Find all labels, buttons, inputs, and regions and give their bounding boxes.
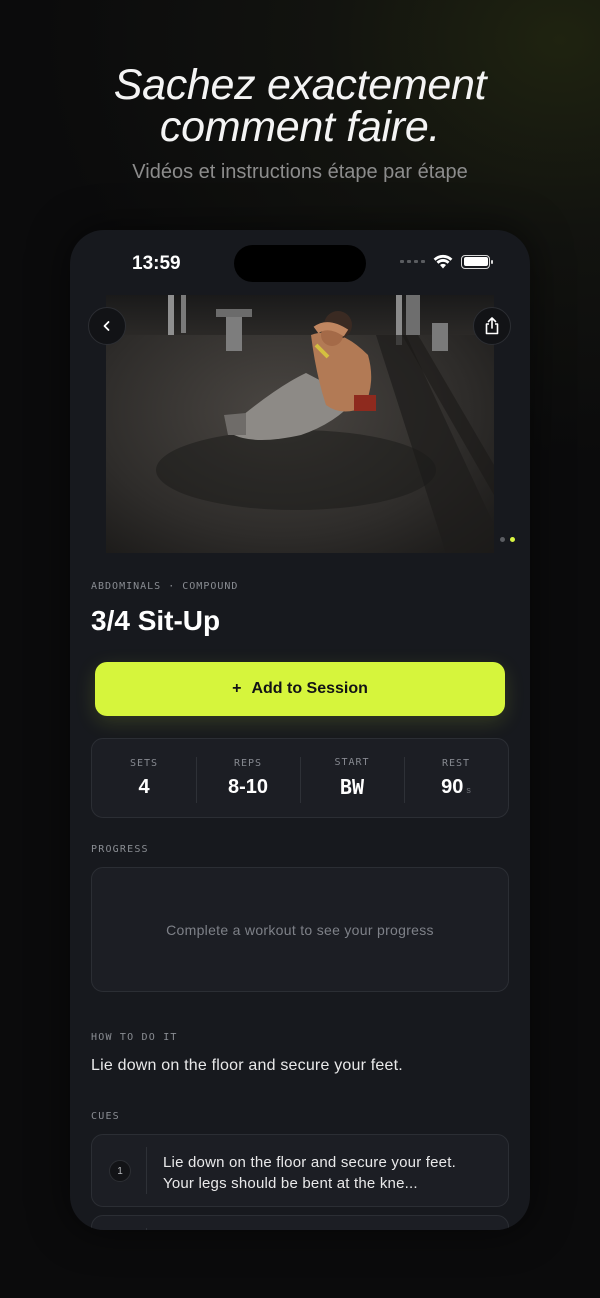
stat-value: 4 xyxy=(138,775,150,798)
progress-section-label: PROGRESS xyxy=(91,844,149,855)
cellular-signal-icon xyxy=(400,260,425,263)
page-dot-2[interactable] xyxy=(510,537,515,542)
stat-start: START BW xyxy=(300,739,404,817)
cue-text-line-1: Lie down on the floor and secure your fe… xyxy=(163,1154,456,1171)
stat-label: START xyxy=(334,757,370,768)
stats-card: SETS 4 REPS 8-10 START BW REST 90 s xyxy=(91,738,509,818)
stat-sets: SETS 4 xyxy=(92,739,196,817)
stat-label: REST xyxy=(441,757,471,769)
promo-subheadline: Vidéos et instructions étape par étape xyxy=(132,161,468,183)
page-dot-1[interactable] xyxy=(500,537,505,542)
stat-value: 90 xyxy=(441,775,464,798)
cue-text: Lie down on the floor and secure your fe… xyxy=(163,1152,493,1194)
chevron-left-icon xyxy=(103,321,110,331)
how-to-text: Lie down on the floor and secure your fe… xyxy=(91,1057,403,1074)
status-time: 13:59 xyxy=(132,253,181,274)
stat-value-row: 90 s xyxy=(441,776,471,799)
cues-section-label: CUES xyxy=(91,1111,120,1122)
progress-empty-message: Complete a workout to see your progress xyxy=(166,921,434,938)
cue-item-next[interactable] xyxy=(91,1215,509,1230)
plus-icon: + xyxy=(232,680,242,697)
exercise-title: 3/4 Sit-Up xyxy=(91,605,221,636)
cue-divider xyxy=(146,1147,147,1194)
headline-line-2: comment faire. xyxy=(159,103,441,151)
stat-value: 8-10 xyxy=(227,775,269,798)
wifi-icon xyxy=(433,254,453,269)
stat-unit: s xyxy=(466,784,471,795)
headline-line-1: Sachez exactement xyxy=(113,61,487,109)
back-button[interactable] xyxy=(88,307,126,345)
exercise-media[interactable] xyxy=(106,295,494,553)
promo-headline: Sachez exactement comment faire. xyxy=(0,61,600,151)
cue-number: 1 xyxy=(109,1160,131,1182)
add-to-session-button[interactable]: + Add to Session xyxy=(95,662,505,716)
battery-icon xyxy=(461,254,493,269)
cue-text-line-2: Your legs should be bent at the kne... xyxy=(163,1175,418,1192)
cue-item[interactable]: 1 Lie down on the floor and secure your … xyxy=(91,1134,509,1207)
exercise-meta: ABDOMINALS · COMPOUND xyxy=(91,581,239,592)
how-to-section-label: HOW TO DO IT xyxy=(91,1032,178,1043)
add-to-session-label: Add to Session xyxy=(251,680,368,697)
phone-screen: 13:59 ABDOMINALS · COMPOUND 3/4 Sit-Up +… xyxy=(70,230,530,1230)
exercise-photo xyxy=(106,295,494,553)
share-icon xyxy=(485,317,499,335)
stat-reps: REPS 8-10 xyxy=(196,739,300,817)
dynamic-island xyxy=(234,245,366,282)
media-page-dots[interactable] xyxy=(500,537,515,542)
share-button[interactable] xyxy=(473,307,511,345)
status-icons xyxy=(400,254,493,269)
stat-value: BW xyxy=(339,775,365,799)
cue-divider xyxy=(146,1228,147,1230)
progress-empty-card: Complete a workout to see your progress xyxy=(91,867,509,992)
stat-label: REPS xyxy=(233,757,263,769)
stat-label: SETS xyxy=(129,757,159,769)
stat-rest: REST 90 s xyxy=(404,739,508,817)
